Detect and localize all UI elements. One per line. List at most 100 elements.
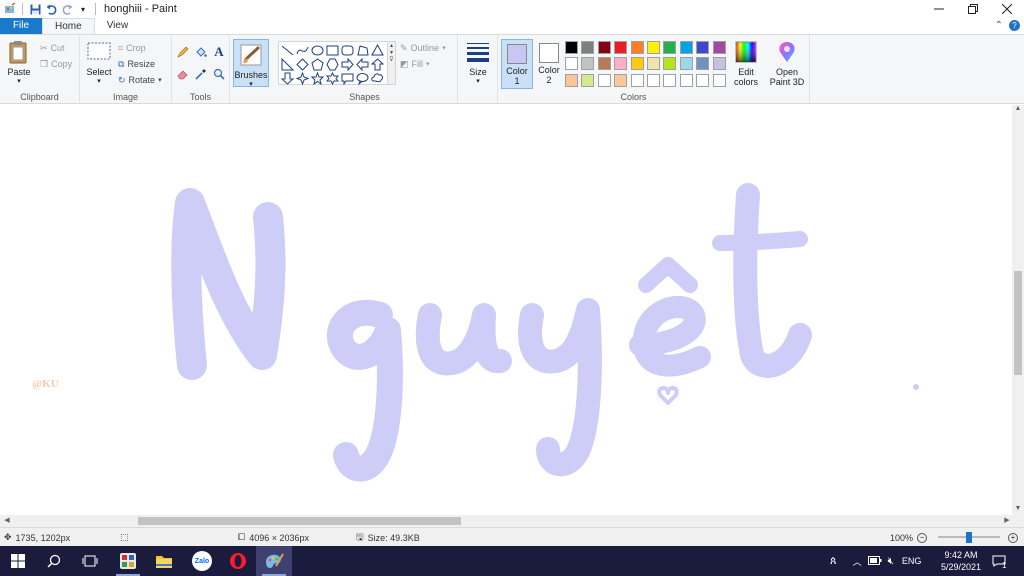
- volume-muted-icon[interactable]: 🔇︎: [888, 556, 894, 567]
- start-button[interactable]: [0, 546, 36, 576]
- palette-swatch-21[interactable]: [565, 73, 578, 87]
- taskbar-app-zalo[interactable]: Zalo: [184, 546, 220, 576]
- oval-callout-shape-icon[interactable]: [356, 72, 369, 85]
- scroll-left-arrow-icon[interactable]: ◀: [2, 515, 12, 527]
- help-icon[interactable]: ?: [1009, 20, 1020, 31]
- outline-button[interactable]: ✎ Outline ▾: [400, 41, 446, 55]
- pentagon-shape-icon[interactable]: [311, 58, 324, 71]
- palette-swatch-9[interactable]: [696, 41, 710, 54]
- taskbar-app-calculator[interactable]: [110, 546, 146, 576]
- scroll-up-arrow-icon[interactable]: ▲: [1012, 105, 1024, 115]
- rounded-callout-shape-icon[interactable]: [341, 72, 354, 85]
- copy-button[interactable]: ❐ Copy: [40, 57, 72, 71]
- six-point-star-shape-icon[interactable]: [326, 72, 339, 85]
- up-arrow-shape-icon[interactable]: [371, 58, 384, 71]
- show-hidden-icons-chevron-icon[interactable]: ︿: [853, 555, 862, 568]
- taskbar-app-opera[interactable]: [220, 546, 256, 576]
- minimize-button[interactable]: [922, 0, 956, 18]
- restore-button[interactable]: [956, 0, 990, 18]
- rotate-button[interactable]: ↻ Rotate ▾: [118, 73, 162, 87]
- palette-swatch-25[interactable]: [630, 73, 644, 87]
- palette-swatch-28[interactable]: [679, 73, 693, 87]
- line-shape-icon[interactable]: [281, 44, 294, 57]
- horizontal-scroll-thumb[interactable]: [138, 517, 461, 525]
- cloud-callout-shape-icon[interactable]: [371, 72, 384, 85]
- palette-swatch-16[interactable]: [646, 57, 660, 71]
- text-icon[interactable]: A: [212, 44, 226, 59]
- palette-swatch-3[interactable]: [597, 41, 611, 54]
- paste-button[interactable]: Paste ▾: [4, 39, 34, 87]
- rounded-rectangle-shape-icon[interactable]: [341, 44, 354, 57]
- palette-swatch-8[interactable]: [679, 41, 693, 54]
- palette-swatch-6[interactable]: [646, 41, 660, 54]
- eraser-icon[interactable]: [176, 67, 190, 81]
- palette-swatch-29[interactable]: [696, 73, 710, 87]
- crop-button[interactable]: ⌗ Crop: [118, 41, 146, 55]
- edit-colors-button[interactable]: Edit colors: [730, 39, 762, 87]
- palette-swatch-15[interactable]: [630, 57, 644, 71]
- color-picker-icon[interactable]: [194, 67, 208, 81]
- magnifier-icon[interactable]: [212, 67, 226, 81]
- vertical-scroll-thumb[interactable]: [1014, 271, 1022, 375]
- customize-qat-icon[interactable]: ▾: [77, 3, 89, 15]
- palette-swatch-23[interactable]: [597, 73, 611, 87]
- palette-swatch-7[interactable]: [663, 41, 677, 54]
- palette-swatch-27[interactable]: [663, 73, 677, 87]
- battery-icon[interactable]: [867, 555, 882, 567]
- palette-swatch-17[interactable]: [663, 57, 677, 71]
- task-view-button[interactable]: [72, 546, 108, 576]
- color1-button[interactable]: Color 1: [501, 39, 533, 89]
- size-button[interactable]: Size ▾: [462, 39, 494, 87]
- tab-view[interactable]: View: [95, 18, 141, 34]
- left-arrow-shape-icon[interactable]: [356, 58, 369, 71]
- color2-button[interactable]: Color 2: [533, 39, 565, 89]
- zoom-in-icon[interactable]: +: [1008, 532, 1018, 543]
- palette-swatch-26[interactable]: [646, 73, 660, 87]
- cut-button[interactable]: ✂ Cut: [40, 41, 65, 55]
- chevron-up-icon[interactable]: ⌃: [995, 20, 1003, 31]
- palette-swatch-13[interactable]: [597, 57, 611, 71]
- palette-swatch-4[interactable]: [614, 41, 628, 54]
- four-point-star-shape-icon[interactable]: [296, 72, 309, 85]
- pencil-icon[interactable]: [176, 45, 190, 59]
- action-center-button[interactable]: 1: [992, 546, 1006, 576]
- tab-file[interactable]: File: [0, 18, 42, 34]
- palette-swatch-5[interactable]: [630, 41, 644, 54]
- paint-app-icon[interactable]: [4, 3, 16, 15]
- horizontal-scrollbar[interactable]: ◀ ▶: [0, 515, 1024, 527]
- open-paint3d-button[interactable]: Open Paint 3D: [766, 39, 808, 87]
- palette-swatch-11[interactable]: [565, 57, 578, 71]
- resize-button[interactable]: ⧉ Resize: [118, 57, 155, 71]
- zoom-out-icon[interactable]: −: [917, 532, 928, 543]
- palette-swatch-18[interactable]: [679, 57, 693, 71]
- shapes-gallery-scroll[interactable]: ▴ ▾ ⊽: [388, 41, 396, 85]
- taskbar-clock[interactable]: 9:42 AM 5/29/2021: [938, 549, 984, 573]
- five-point-star-shape-icon[interactable]: [311, 72, 324, 85]
- right-arrow-shape-icon[interactable]: [341, 58, 354, 71]
- triangle-shape-icon[interactable]: [371, 44, 384, 57]
- brushes-button[interactable]: Brushes ▾: [233, 39, 269, 88]
- close-button[interactable]: [990, 0, 1024, 18]
- scroll-down-arrow-icon[interactable]: ▼: [1012, 505, 1024, 515]
- redo-icon[interactable]: [61, 3, 73, 15]
- curve-shape-icon[interactable]: [296, 44, 309, 57]
- palette-swatch-19[interactable]: [696, 57, 710, 71]
- down-arrow-shape-icon[interactable]: [281, 72, 294, 85]
- palette-swatch-22[interactable]: [581, 73, 595, 87]
- fill-button[interactable]: ◩ Fill ▾: [400, 57, 430, 71]
- fill-bucket-icon[interactable]: [194, 45, 208, 59]
- canvas-area[interactable]: @KU: [0, 105, 1012, 515]
- palette-swatch-20[interactable]: [712, 57, 726, 71]
- palette-swatch-2[interactable]: [581, 41, 595, 54]
- palette-swatch-1[interactable]: [565, 41, 578, 54]
- rectangle-shape-icon[interactable]: [326, 44, 339, 57]
- zoom-slider-thumb[interactable]: [966, 532, 972, 543]
- scroll-right-arrow-icon[interactable]: ▶: [1002, 515, 1012, 527]
- people-icon[interactable]: ጰ: [830, 555, 837, 568]
- right-triangle-shape-icon[interactable]: [281, 58, 294, 71]
- save-icon[interactable]: [29, 3, 41, 15]
- undo-icon[interactable]: [45, 3, 57, 15]
- polygon-shape-icon[interactable]: [356, 44, 369, 57]
- palette-swatch-10[interactable]: [712, 41, 726, 54]
- select-button[interactable]: Select ▾: [84, 39, 114, 87]
